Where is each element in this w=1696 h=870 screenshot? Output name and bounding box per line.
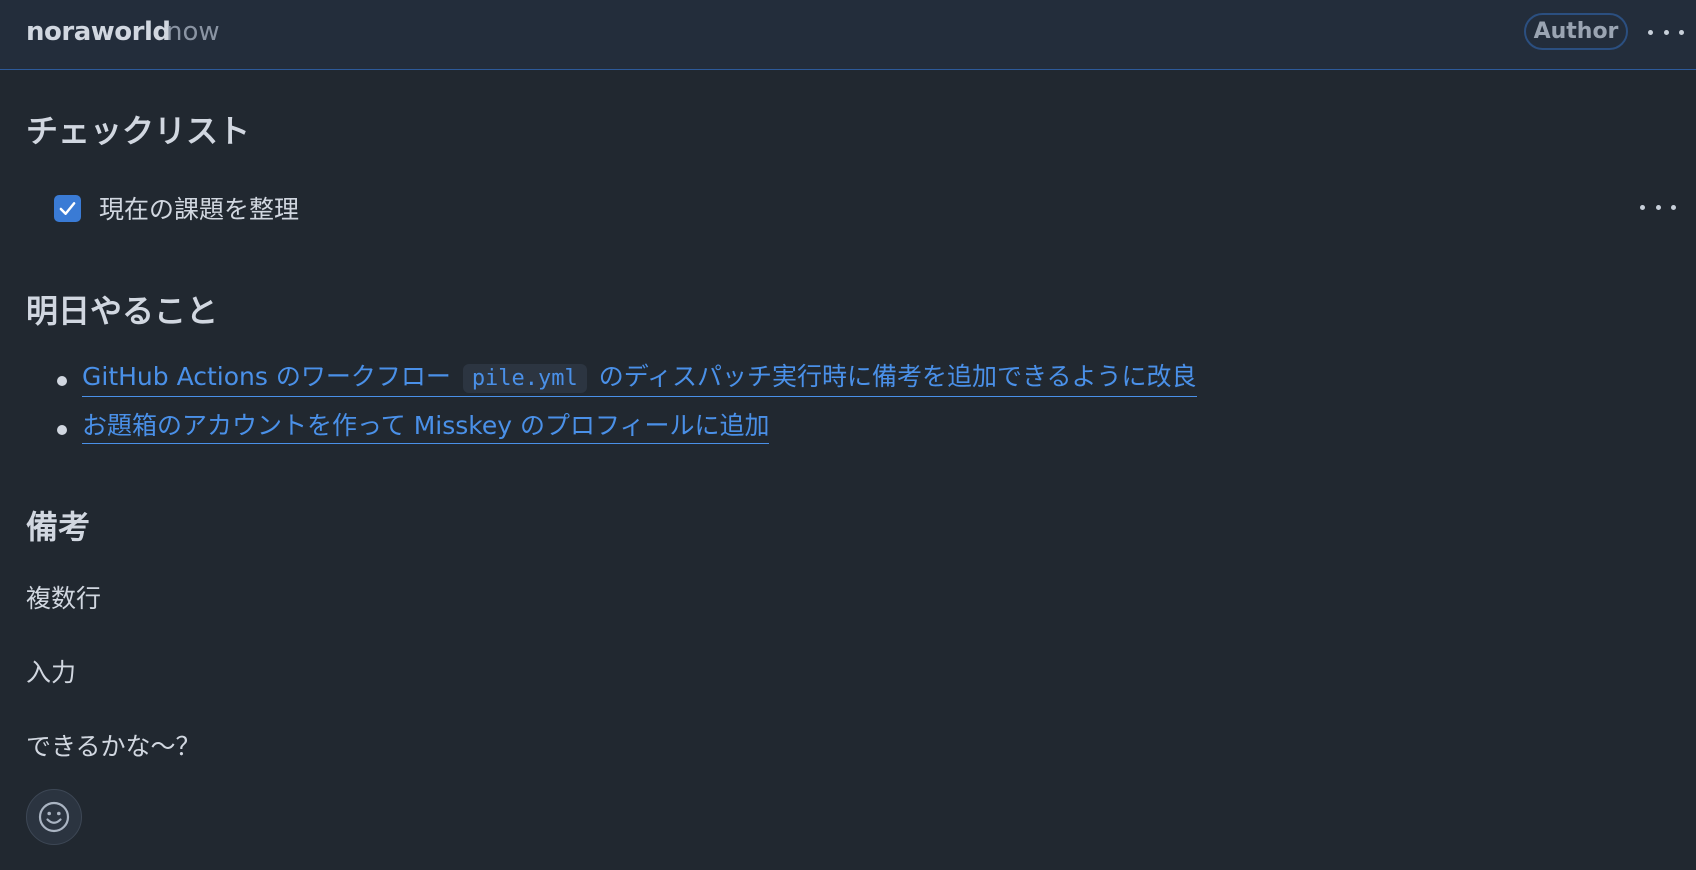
note-line: できるかな〜？ (26, 732, 201, 761)
kebab-horizontal-icon (1640, 204, 1645, 210)
timestamp[interactable]: now (166, 17, 220, 47)
check-icon (59, 201, 76, 215)
comment-header: noraworld now Author (0, 0, 1696, 70)
bullet-icon (57, 376, 67, 386)
tomorrow-heading: 明日やること (26, 292, 219, 330)
notes-heading: 備考 (26, 508, 91, 546)
smiley-icon (38, 801, 70, 833)
link-text-before: GitHub Actions のワークフロー (82, 362, 451, 391)
link-text-after: のディスパッチ実行時に備考を追加できるように改良 (598, 362, 1197, 391)
task-checkbox[interactable] (54, 194, 81, 222)
kebab-dot (1663, 29, 1669, 35)
note-line: 入力 (26, 658, 77, 687)
author-name[interactable]: noraworld (26, 17, 171, 47)
task-label: 現在の課題を整理 (99, 195, 300, 224)
checklist-heading: チェックリスト (26, 112, 251, 150)
kebab-dot (1671, 204, 1676, 210)
bullet-icon (57, 425, 67, 435)
task-list-item: 現在の課題を整理 (54, 192, 299, 224)
task-options-button[interactable] (1640, 195, 1676, 219)
add-reaction-button[interactable] (26, 789, 82, 845)
note-line: 複数行 (26, 584, 102, 613)
tomorrow-link-1[interactable]: GitHub Actions のワークフロー pile.yml のディスパッチ実… (82, 360, 1197, 397)
kebab-dot (1655, 204, 1661, 210)
tomorrow-link-2[interactable]: お題箱のアカウントを作って Misskey のプロフィールに追加 (82, 409, 770, 444)
inline-code: pile.yml (462, 364, 587, 393)
kebab-dot (1679, 29, 1684, 35)
comment-options-button[interactable] (1648, 20, 1684, 44)
author-badge: Author (1524, 13, 1628, 50)
kebab-horizontal-icon (1648, 29, 1653, 35)
